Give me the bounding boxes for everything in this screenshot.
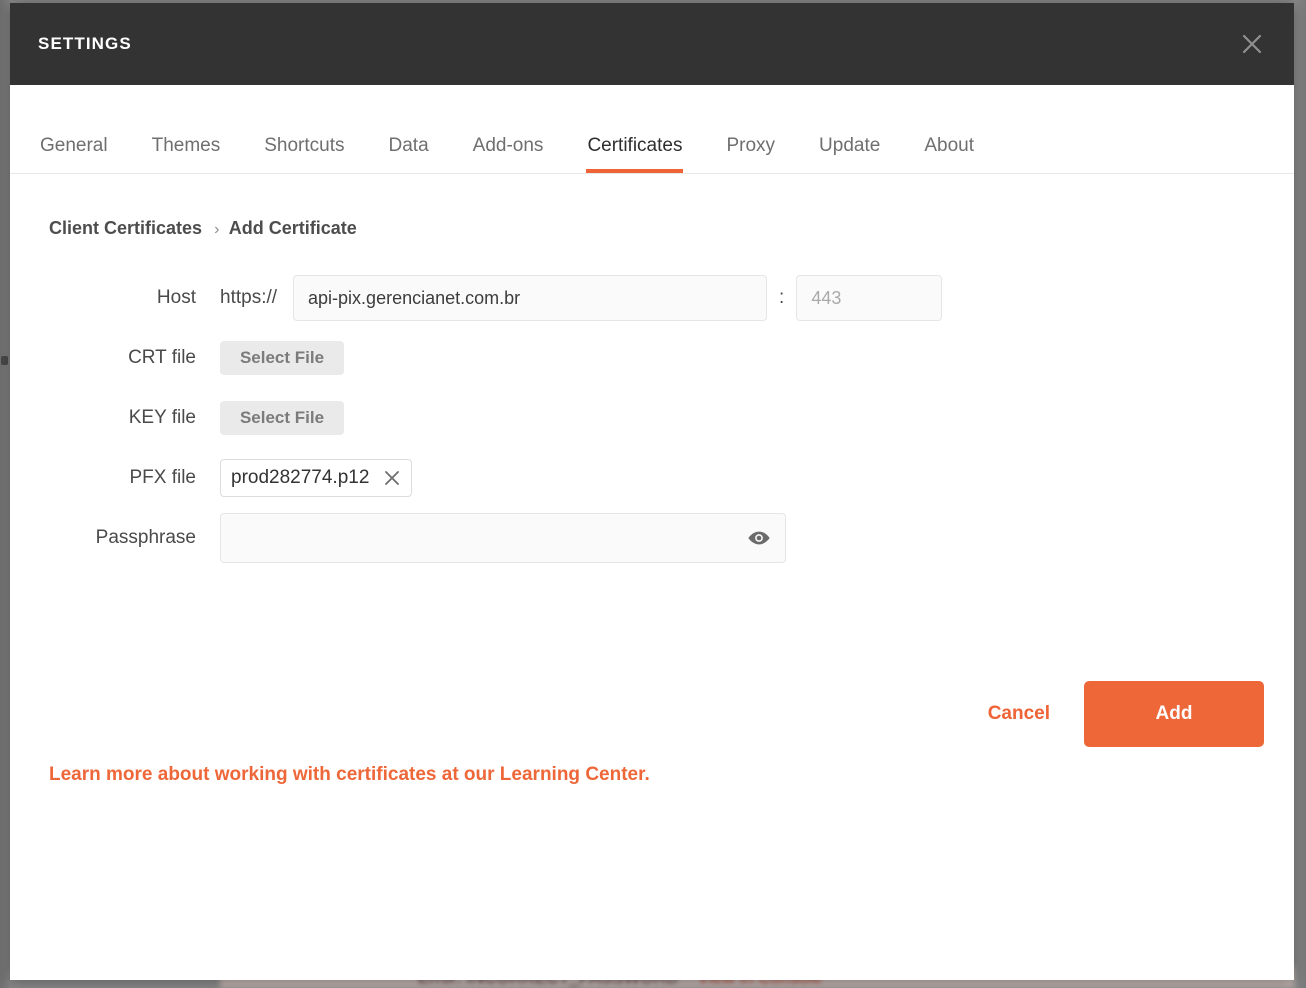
pfx-file-label: PFX file bbox=[129, 467, 196, 488]
breadcrumb-current: Add Certificate bbox=[228, 218, 357, 238]
host-port-colon: : bbox=[779, 287, 785, 308]
tab-about[interactable]: About bbox=[924, 135, 974, 173]
form-row-host: Host https:// : bbox=[10, 268, 1294, 328]
close-icon[interactable] bbox=[381, 467, 403, 489]
cancel-button[interactable]: Cancel bbox=[988, 703, 1050, 725]
key-file-label: KEY file bbox=[128, 407, 196, 428]
add-certificate-form: Host https:// : CRT file Select File KEY… bbox=[10, 268, 1294, 568]
pfx-file-name: prod282774.p12 bbox=[231, 467, 370, 488]
tab-shortcuts[interactable]: Shortcuts bbox=[264, 135, 344, 173]
backdrop-left-strip bbox=[0, 0, 10, 988]
tab-certificates[interactable]: Certificates bbox=[586, 135, 684, 173]
learning-center-link[interactable]: Learn more about working with certificat… bbox=[49, 764, 650, 786]
tab-themes[interactable]: Themes bbox=[152, 135, 221, 173]
tab-general[interactable]: General bbox=[40, 135, 108, 173]
tab-update[interactable]: Update bbox=[819, 135, 880, 173]
add-button[interactable]: Add bbox=[1084, 681, 1264, 747]
tab-data[interactable]: Data bbox=[389, 135, 429, 173]
host-label: Host bbox=[156, 287, 196, 308]
modal-header: SETTINGS bbox=[10, 3, 1294, 85]
protocol-prefix: https:// bbox=[220, 287, 278, 308]
passphrase-input[interactable] bbox=[220, 513, 786, 563]
passphrase-wrapper bbox=[220, 513, 786, 563]
pfx-file-chip: prod282774.p12 bbox=[220, 459, 413, 497]
backdrop-sidebar-marker bbox=[1, 356, 8, 365]
form-row-pfx-file: PFX file prod282774.p12 bbox=[10, 448, 1294, 508]
settings-modal: SETTINGS General Themes Shortcuts Data A… bbox=[10, 3, 1294, 980]
window-title: SETTINGS bbox=[38, 34, 132, 53]
host-input[interactable] bbox=[293, 275, 768, 321]
form-row-key-file: KEY file Select File bbox=[10, 388, 1294, 448]
backdrop-right-strip bbox=[1294, 0, 1306, 988]
breadcrumb-client-certificates[interactable]: Client Certificates bbox=[49, 218, 202, 238]
passphrase-label: Passphrase bbox=[95, 527, 196, 548]
key-select-file-button[interactable]: Select File bbox=[220, 401, 344, 435]
eye-icon[interactable] bbox=[746, 527, 772, 549]
form-actions: Cancel Add bbox=[988, 681, 1264, 747]
settings-tabbar: General Themes Shortcuts Data Add-ons Ce… bbox=[10, 85, 1294, 174]
form-row-crt-file: CRT file Select File bbox=[10, 328, 1294, 388]
breadcrumb: Client Certificates › Add Certificate bbox=[49, 218, 357, 239]
certificates-panel: Client Certificates › Add Certificate Ho… bbox=[10, 174, 1294, 980]
tab-proxy[interactable]: Proxy bbox=[726, 135, 775, 173]
port-input[interactable] bbox=[796, 275, 943, 321]
chevron-right-icon: › bbox=[214, 221, 220, 238]
crt-file-label: CRT file bbox=[128, 347, 196, 368]
form-row-passphrase: Passphrase bbox=[10, 508, 1294, 568]
tab-add-ons[interactable]: Add-ons bbox=[473, 135, 544, 173]
crt-select-file-button[interactable]: Select File bbox=[220, 341, 344, 375]
close-icon[interactable] bbox=[1232, 24, 1272, 64]
